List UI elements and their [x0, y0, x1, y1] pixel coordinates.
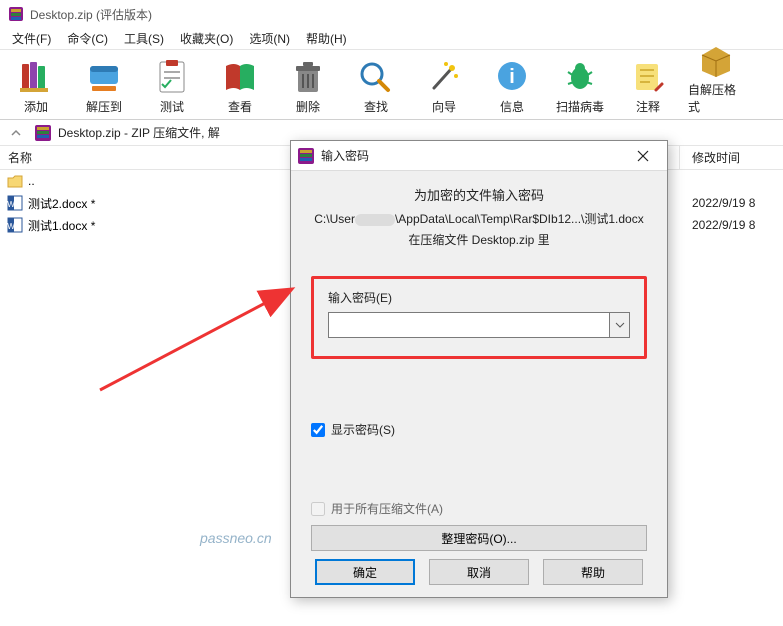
- file-name: 测试1.docx *: [28, 217, 95, 234]
- menu-help[interactable]: 帮助(H): [298, 28, 355, 49]
- menu-file[interactable]: 文件(F): [4, 28, 59, 49]
- close-button[interactable]: [625, 144, 661, 168]
- note-icon: [628, 58, 668, 96]
- toolbar-extract-label: 解压到: [86, 98, 122, 115]
- docx-icon: W: [6, 216, 24, 234]
- toolbar-test-button[interactable]: 测试: [144, 58, 200, 119]
- app-icon: [8, 6, 24, 22]
- ok-button[interactable]: 确定: [315, 559, 415, 585]
- folder-up-icon: [6, 172, 24, 190]
- toolbar-wizard-button[interactable]: 向导: [416, 58, 472, 119]
- watermark: passneo.cn: [200, 530, 272, 546]
- bug-icon: [560, 58, 600, 96]
- password-dialog: 输入密码 为加密的文件输入密码 C:\User\AppData\Local\Te…: [290, 140, 668, 598]
- show-password-checkbox[interactable]: [311, 423, 325, 437]
- show-password-row: 显示密码(S): [311, 421, 647, 438]
- dialog-titlebar: 输入密码: [291, 141, 667, 171]
- titlebar: Desktop.zip (评估版本): [0, 0, 783, 28]
- wand-icon: [424, 58, 464, 96]
- apply-all-row: 用于所有压缩文件(A): [311, 500, 647, 517]
- toolbar-extract-button[interactable]: 解压到: [76, 58, 132, 119]
- toolbar: 添加 解压到 测试 查看 删除 查找 向导 i 信息 扫描病毒 注释 自解压格式: [0, 50, 783, 120]
- redacted-text: [355, 214, 395, 226]
- toolbar-add-label: 添加: [24, 98, 48, 115]
- toolbar-comment-label: 注释: [636, 98, 660, 115]
- menu-options[interactable]: 选项(N): [241, 28, 298, 49]
- help-button[interactable]: 帮助: [543, 559, 643, 585]
- file-name: ..: [28, 174, 35, 188]
- menu-tools[interactable]: 工具(S): [116, 28, 172, 49]
- highlighted-region: 输入密码(E): [311, 276, 647, 359]
- apply-all-label: 用于所有压缩文件(A): [331, 500, 443, 517]
- address-bar[interactable]: Desktop.zip - ZIP 压缩文件, 解: [34, 124, 220, 142]
- svg-text:i: i: [509, 66, 515, 88]
- apply-all-checkbox[interactable]: [311, 502, 325, 516]
- svg-text:W: W: [7, 222, 15, 231]
- toolbar-add-button[interactable]: 添加: [8, 58, 64, 119]
- dialog-path: C:\User\AppData\Local\Temp\Rar$DIb12...\…: [311, 210, 647, 227]
- toolbar-wizard-label: 向导: [432, 98, 456, 115]
- toolbar-comment-button[interactable]: 注释: [620, 58, 676, 119]
- menu-command[interactable]: 命令(C): [59, 28, 116, 49]
- password-label: 输入密码(E): [328, 289, 630, 306]
- toolbar-find-button[interactable]: 查找: [348, 58, 404, 119]
- archive-icon: [297, 147, 315, 165]
- menubar: 文件(F) 命令(C) 工具(S) 收藏夹(O) 选项(N) 帮助(H): [0, 28, 783, 50]
- toolbar-delete-label: 删除: [296, 98, 320, 115]
- toolbar-virus-button[interactable]: 扫描病毒: [552, 58, 608, 119]
- toolbar-info-button[interactable]: i 信息: [484, 58, 540, 119]
- archive-icon: [34, 124, 52, 142]
- toolbar-test-label: 测试: [160, 98, 184, 115]
- password-dropdown-button[interactable]: [610, 312, 630, 338]
- info-icon: i: [492, 58, 532, 96]
- toolbar-info-label: 信息: [500, 98, 524, 115]
- dialog-message-3: 在压缩文件 Desktop.zip 里: [311, 231, 647, 248]
- drawer-icon: [84, 58, 124, 96]
- docx-icon: W: [6, 194, 24, 212]
- annotation-arrow: [90, 250, 310, 410]
- show-password-label[interactable]: 显示密码(S): [331, 421, 395, 438]
- address-text: Desktop.zip - ZIP 压缩文件, 解: [58, 124, 220, 141]
- toolbar-view-label: 查看: [228, 98, 252, 115]
- box-icon: [696, 41, 736, 79]
- nav-up-icon[interactable]: [6, 123, 26, 143]
- file-name: 测试2.docx *: [28, 195, 95, 212]
- toolbar-find-label: 查找: [364, 98, 388, 115]
- dialog-buttons: 确定 取消 帮助: [291, 559, 667, 585]
- toolbar-sfx-label: 自解压格式: [688, 81, 744, 115]
- dialog-title: 输入密码: [321, 147, 625, 164]
- cancel-button[interactable]: 取消: [429, 559, 529, 585]
- books-icon: [16, 58, 56, 96]
- file-date: 2022/9/19 8: [680, 196, 783, 210]
- book-open-icon: [220, 58, 260, 96]
- col-date[interactable]: 修改时间: [680, 146, 783, 170]
- svg-text:W: W: [7, 200, 15, 209]
- menu-favorites[interactable]: 收藏夹(O): [172, 28, 241, 49]
- checklist-icon: [152, 58, 192, 96]
- toolbar-delete-button[interactable]: 删除: [280, 58, 336, 119]
- window-title: Desktop.zip (评估版本): [30, 6, 152, 23]
- trash-icon: [288, 58, 328, 96]
- toolbar-sfx-button[interactable]: 自解压格式: [688, 41, 744, 119]
- toolbar-view-button[interactable]: 查看: [212, 58, 268, 119]
- password-input[interactable]: [328, 312, 610, 338]
- dialog-body: 为加密的文件输入密码 C:\User\AppData\Local\Temp\Ra…: [291, 171, 667, 561]
- dialog-message-1: 为加密的文件输入密码: [311, 185, 647, 204]
- file-date: 2022/9/19 8: [680, 218, 783, 232]
- manage-passwords-button[interactable]: 整理密码(O)...: [311, 525, 647, 551]
- toolbar-virus-label: 扫描病毒: [556, 98, 604, 115]
- search-icon: [356, 58, 396, 96]
